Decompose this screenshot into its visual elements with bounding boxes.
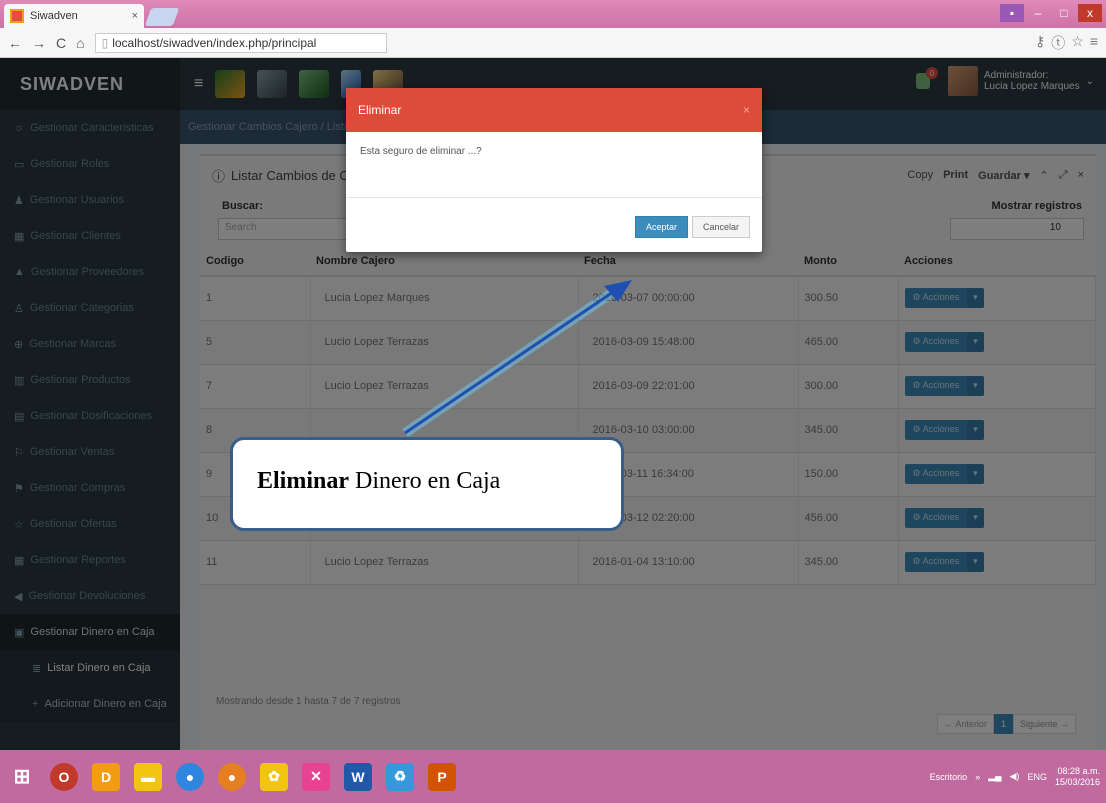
callout-text: Dinero en Caja (349, 468, 501, 494)
app-orange-icon[interactable]: D (92, 762, 120, 791)
taskbar: ⊞ O D ▬ ● ● ✿ ✕ W ♻ P Escritorio » ▂▄ ◀)… (0, 750, 1106, 803)
clock-date: 15/03/2016 (1054, 776, 1100, 787)
clock[interactable]: 08:28 a.m. 15/03/2016 (1055, 766, 1100, 788)
desktop-label[interactable]: Escritorio (930, 772, 968, 782)
annotation-arrow (402, 280, 632, 438)
opera-icon[interactable]: O (50, 762, 78, 791)
folder-icon[interactable]: ▬ (134, 762, 162, 791)
powerpoint-icon[interactable]: P (428, 762, 456, 791)
callout-bold: Eliminar (257, 468, 350, 494)
network-icon[interactable]: ▂▄ (988, 771, 1001, 782)
annotation-callout: Eliminar Dinero en Caja (230, 437, 624, 531)
paint-icon[interactable]: ✿ (260, 762, 288, 791)
recycle-icon[interactable]: ♻ (386, 762, 414, 791)
lang-label[interactable]: ENG (1027, 772, 1047, 782)
word-icon[interactable]: W (344, 762, 372, 791)
volume-icon[interactable]: ◀) (1010, 771, 1020, 782)
tray-expand-icon[interactable]: » (975, 772, 980, 782)
chrome-icon[interactable]: ● (176, 762, 204, 791)
firefox-icon[interactable]: ● (218, 762, 246, 791)
xampp-icon[interactable]: ✕ (302, 762, 330, 791)
system-tray: Escritorio » ▂▄ ◀) ENG 08:28 a.m. 15/03/… (930, 766, 1106, 788)
windows-start-icon[interactable]: ⊞ (8, 763, 36, 791)
clock-time: 08:28 a.m. (1057, 765, 1100, 776)
